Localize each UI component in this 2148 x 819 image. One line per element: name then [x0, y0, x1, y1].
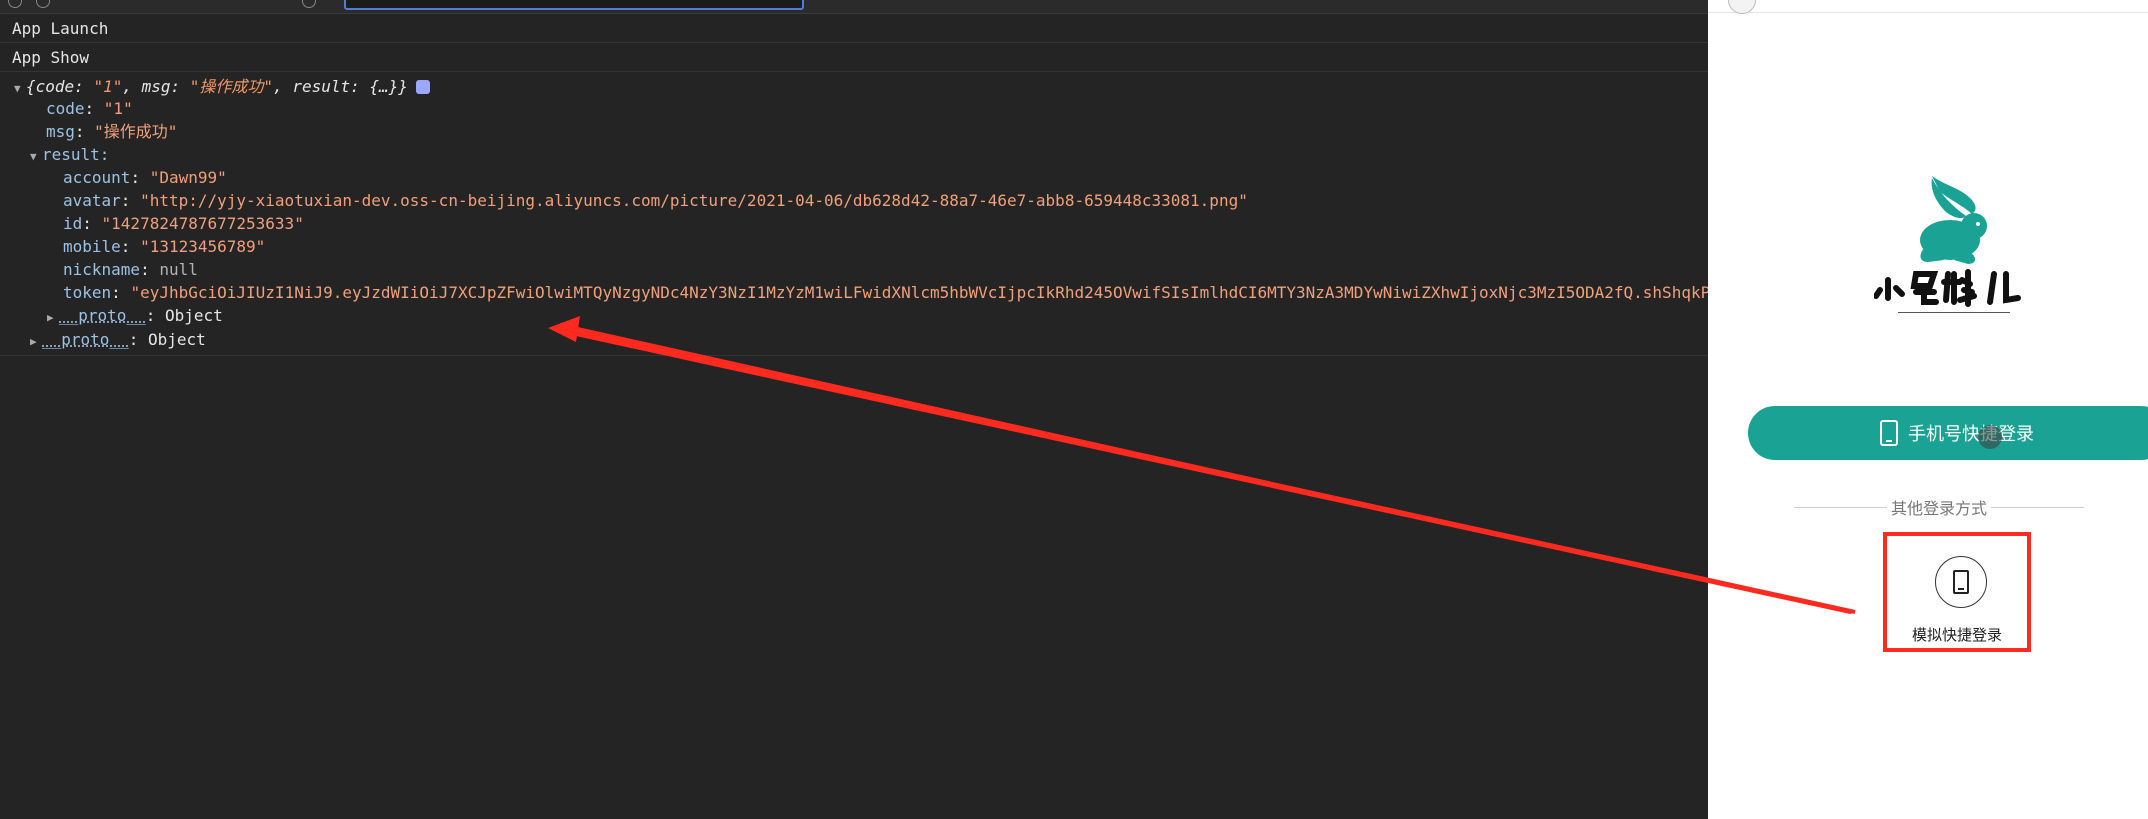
property-result[interactable]: ▼ result:: [30, 144, 109, 168]
expand-caret-icon[interactable]: ▼: [14, 78, 26, 100]
property-proto-inner[interactable]: ▶ __proto__: Object: [47, 305, 223, 329]
other-login-methods: 其他登录方式: [1794, 496, 2085, 518]
summary-value: "1": [93, 77, 123, 96]
filter-input[interactable]: [344, 0, 804, 10]
property-proto-outer[interactable]: ▶ __proto__: Object: [30, 329, 206, 353]
devtools-console: App Launch App Show ▼ {code: "1", msg: "操…: [0, 0, 1708, 819]
expand-caret-icon[interactable]: ▶: [30, 331, 42, 353]
console-divider: [0, 355, 1708, 356]
property-account: account: "Dawn99": [63, 168, 227, 187]
phone-login-label: 手机号快捷登录: [1908, 424, 2034, 445]
object-summary[interactable]: ▼ {code: "1", msg: "操作成功", result: {…}}: [14, 76, 430, 100]
summary-value: "操作成功": [189, 77, 274, 96]
console-message-text: App Launch: [12, 19, 109, 38]
summary-brace: }: [398, 77, 408, 96]
expand-caret-icon[interactable]: ▶: [47, 307, 59, 329]
toolbar-icon[interactable]: [36, 0, 50, 8]
property-id: id: "1427824787677253633": [63, 214, 304, 233]
console-message-text: App Show: [12, 48, 90, 67]
divider: [1794, 506, 1887, 508]
phone-login-button[interactable]: 手机号快捷登录: [1748, 406, 2148, 460]
mock-login-highlight: 模拟快捷登录: [1883, 532, 2031, 652]
simulator-top-bar: [1708, 0, 2148, 13]
property-token: token: "eyJhbGciOiJIUzI1NiJ9.eyJzdWIiOiJ…: [63, 283, 1708, 302]
mock-login-label[interactable]: 模拟快捷登录: [1887, 624, 2027, 645]
summary-value: {…}: [369, 77, 399, 96]
property-code: code: "1": [46, 99, 133, 118]
property-avatar: avatar: "http://yjy-xiaotuxian-dev.oss-c…: [63, 191, 1248, 210]
summary-key: result: [292, 77, 351, 96]
console-message: App Show: [0, 44, 1708, 72]
toolbar-icon[interactable]: [8, 0, 22, 8]
toolbar-icon[interactable]: [302, 0, 316, 8]
info-icon[interactable]: [415, 80, 430, 94]
tap-indicator: [1978, 425, 2002, 449]
summary-key: code: [35, 77, 75, 96]
expand-caret-icon[interactable]: ▼: [30, 146, 42, 168]
mobile-phone-icon: [1953, 570, 1969, 594]
mock-login-button[interactable]: [1935, 556, 1987, 608]
property-nickname: nickname: null: [63, 260, 198, 279]
mobile-phone-icon: [1880, 420, 1898, 446]
console-message: App Launch: [0, 15, 1708, 43]
other-login-label: 其他登录方式: [1891, 499, 1988, 518]
property-msg: msg: "操作成功": [46, 122, 178, 141]
divider: [1991, 506, 2085, 508]
summary-brace: {: [26, 77, 36, 96]
property-mobile: mobile: "13123456789": [63, 237, 266, 256]
simulator-screen: 手机号快捷登录 其他登录方式 模拟快捷登录: [1708, 0, 2148, 819]
summary-key: msg: [141, 77, 171, 96]
avatar-url-link[interactable]: "http://yjy-xiaotuxian-dev.oss-cn-beijin…: [140, 191, 1248, 210]
rabbit-logo-icon: [1874, 176, 2021, 313]
devtools-toolbar: [0, 0, 1708, 14]
